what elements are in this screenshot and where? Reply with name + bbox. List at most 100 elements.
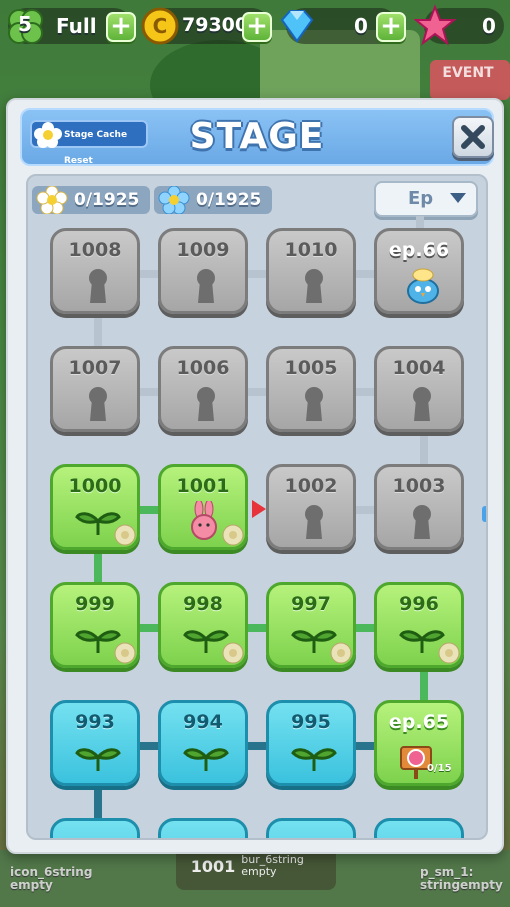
stage-number: 1000 — [68, 475, 122, 497]
stage-tile-1006[interactable]: 1006 — [158, 346, 248, 432]
stage-number: 994 — [183, 711, 223, 733]
stage-number: 1008 — [68, 239, 122, 261]
stage-number: 1002 — [284, 475, 338, 497]
coin-icon: C — [141, 7, 179, 45]
episode-tile-66[interactable]: ep.66 — [374, 228, 464, 314]
flower-badge-icon — [114, 524, 136, 546]
keyhole-icon — [197, 269, 215, 303]
blue-flower-icon — [158, 186, 190, 214]
close-button[interactable] — [452, 116, 494, 158]
stage-tile-997[interactable]: 997 — [266, 582, 356, 668]
stage-tile-partial[interactable] — [158, 818, 248, 838]
sprout-icon — [183, 748, 229, 771]
stage-dialog: STAGE Stage Cache Reset 0/1925 0/1925 Ep… — [6, 98, 504, 854]
keyhole-icon — [305, 387, 323, 421]
keyhole-icon — [197, 387, 215, 421]
path-connector — [94, 316, 102, 346]
keyhole-icon — [305, 269, 323, 303]
close-icon — [461, 125, 485, 149]
sprout-icon — [75, 748, 121, 771]
stage-tile-1005[interactable]: 1005 — [266, 346, 356, 432]
top-hud: 5 Full + C 79300 + 0 + 0 — [0, 0, 510, 56]
stage-tile-partial[interactable] — [374, 818, 464, 838]
flower-counter-left-text: 0/1925 — [74, 190, 140, 210]
stage-cache-reset-label: Stage Cache Reset — [64, 130, 128, 166]
stage-tile-1002[interactable]: 1002 — [266, 464, 356, 550]
star-icon — [414, 4, 456, 46]
scrollbar-thumb[interactable] — [482, 506, 486, 522]
stage-tile-1007[interactable]: 1007 — [50, 346, 140, 432]
stage-number: 1006 — [176, 357, 230, 379]
flower-badge-icon — [114, 642, 136, 664]
stage-map[interactable]: 0/1925 0/1925 Ep 1008 1009 1010 ep.66 10… — [26, 174, 488, 840]
white-flower-icon — [36, 186, 68, 214]
stage-number: 998 — [183, 593, 223, 615]
stage-tile-994[interactable]: 994 — [158, 700, 248, 786]
coin-count: 79300 — [182, 14, 249, 36]
background-stage-number: 1001 — [190, 856, 236, 876]
stage-number: 1010 — [284, 239, 338, 261]
background-stage-text: bur_6string empty — [241, 853, 304, 878]
stage-tile-998[interactable]: 998 — [158, 582, 248, 668]
flower-counter-right-text: 0/1925 — [196, 190, 262, 210]
stage-tile-partial[interactable] — [50, 818, 140, 838]
event-label: EVENT — [442, 65, 494, 81]
add-stamina-button[interactable]: + — [106, 12, 136, 42]
background-left-text: icon_6string empty — [10, 865, 93, 892]
stage-number: 996 — [399, 593, 439, 615]
keyhole-icon — [413, 505, 431, 539]
star-count: 0 — [482, 14, 496, 38]
sprout-icon — [291, 748, 337, 771]
episode-dropdown[interactable]: Ep — [374, 181, 478, 217]
flower-counter-left: 0/1925 — [32, 186, 150, 214]
episode-label: ep.65 — [388, 711, 450, 733]
background-right-text: p_sm_1: stringempty — [420, 865, 503, 892]
stage-tile-995[interactable]: 995 — [266, 700, 356, 786]
dialog-header: STAGE Stage Cache Reset — [20, 108, 494, 166]
add-gems-button[interactable]: + — [376, 12, 406, 42]
stage-number: 999 — [75, 593, 115, 615]
episode-tile-65[interactable]: ep.65 0/15 — [374, 700, 464, 786]
flower-badge-icon — [330, 642, 352, 664]
diamond-icon — [280, 10, 314, 43]
flower-counter-right: 0/1925 — [154, 186, 272, 214]
stage-number: 1004 — [392, 357, 446, 379]
pink-bunny-icon — [191, 501, 217, 540]
chevron-down-icon — [450, 193, 466, 203]
add-coins-button[interactable]: + — [242, 12, 272, 42]
stage-number: 1007 — [68, 357, 122, 379]
episode-progress: 0/15 — [427, 763, 452, 774]
stage-tile-1009[interactable]: 1009 — [158, 228, 248, 314]
stage-number: 993 — [75, 711, 115, 733]
keyhole-icon — [305, 505, 323, 539]
stage-tile-1000[interactable]: 1000 — [50, 464, 140, 550]
svg-text:C: C — [153, 14, 168, 38]
stage-tile-993[interactable]: 993 — [50, 700, 140, 786]
stage-tile-999[interactable]: 999 — [50, 582, 140, 668]
stage-tile-1008[interactable]: 1008 — [50, 228, 140, 314]
flower-icon — [34, 122, 62, 148]
gem-count: 0 — [354, 14, 368, 38]
path-connector — [420, 670, 428, 700]
stage-tile-1003[interactable]: 1003 — [374, 464, 464, 550]
flower-badge-icon — [222, 642, 244, 664]
current-stage-arrow-icon — [252, 500, 266, 518]
flower-badge-icon — [438, 642, 460, 664]
stage-tile-1001[interactable]: 1001 — [158, 464, 248, 550]
path-connector — [420, 434, 428, 464]
path-connector — [94, 552, 102, 582]
stage-tile-1004[interactable]: 1004 — [374, 346, 464, 432]
episode-dropdown-label: Ep — [408, 188, 434, 209]
flower-badge-icon — [222, 524, 244, 546]
clover-count: 5 — [18, 12, 32, 36]
bird-character-icon — [407, 268, 439, 304]
stage-tile-partial[interactable] — [266, 818, 356, 838]
stage-number: 1003 — [392, 475, 446, 497]
stage-number: 1001 — [176, 475, 230, 497]
keyhole-icon — [413, 387, 431, 421]
stage-tile-1010[interactable]: 1010 — [266, 228, 356, 314]
stage-number: 997 — [291, 593, 331, 615]
keyhole-icon — [89, 387, 107, 421]
stage-tile-996[interactable]: 996 — [374, 582, 464, 668]
stage-cache-reset-button[interactable]: Stage Cache Reset — [30, 120, 148, 166]
